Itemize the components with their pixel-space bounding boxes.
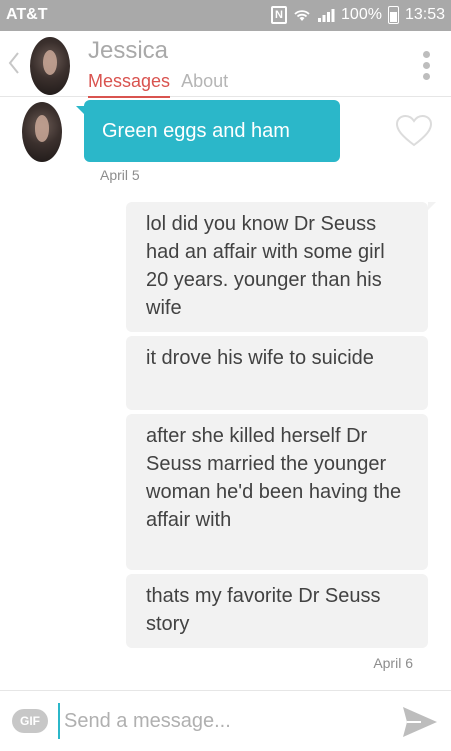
date-label: April 5 (100, 167, 140, 183)
outgoing-message: lol did you know Dr Seuss had an affair … (126, 202, 436, 332)
tab-messages[interactable]: Messages (88, 71, 171, 98)
clock: 13:53 (404, 6, 445, 23)
carrier-label: AT&T (6, 6, 48, 23)
nfc-icon: N (271, 6, 288, 24)
date-label: April 6 (373, 655, 413, 671)
battery-percent: 100% (341, 6, 382, 23)
sender-avatar[interactable] (22, 102, 62, 162)
outgoing-message: it drove his wife to suicide (126, 336, 428, 410)
incoming-message: Green eggs and ham (76, 100, 340, 162)
match-avatar[interactable] (30, 37, 70, 95)
tab-about[interactable]: About (181, 71, 228, 92)
battery-icon (387, 6, 399, 24)
message-composer: GIF (0, 690, 451, 751)
gif-button[interactable]: GIF (12, 709, 48, 733)
send-icon[interactable] (401, 705, 439, 739)
match-name[interactable]: Jessica (88, 37, 168, 65)
heart-like-icon[interactable] (394, 114, 434, 148)
message-list: Green eggs and ham April 5 lol did you k… (0, 96, 451, 690)
back-chevron-icon[interactable] (6, 49, 22, 77)
status-icons: N 100% 13:53 (271, 6, 445, 24)
header-tabs: Messages About (88, 71, 228, 98)
status-bar: AT&T N 100% 13:53 (0, 0, 451, 31)
wifi-icon (294, 10, 310, 21)
outgoing-message: thats my favorite Dr Seuss story (126, 574, 428, 648)
signal-icon (318, 9, 335, 22)
message-input[interactable] (58, 703, 374, 739)
chat-header: Jessica Messages About (0, 31, 451, 98)
more-options-icon[interactable] (421, 51, 431, 83)
outgoing-message: after she killed herself Dr Seuss marrie… (126, 414, 428, 570)
